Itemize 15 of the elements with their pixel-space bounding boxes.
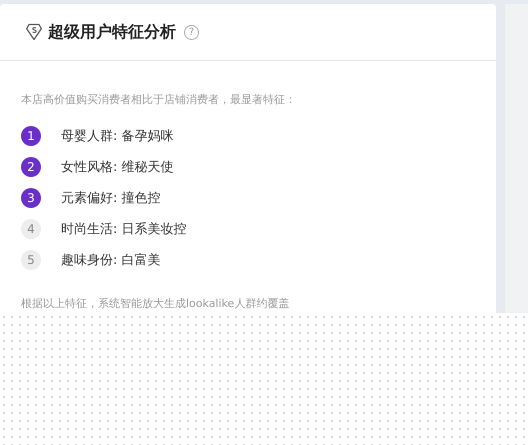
feature-text: 元素偏好: 撞色控 — [61, 190, 161, 207]
feature-text: 母婴人群: 备孕妈咪 — [61, 128, 174, 145]
footer-text: 根据以上特征，系统智能放大生成lookalike人群约覆盖 — [21, 296, 290, 311]
rank-badge: 5 — [21, 250, 41, 270]
diamond-icon — [26, 23, 42, 41]
rank-badge: 2 — [21, 157, 41, 177]
feature-text: 时尚生活: 日系美妆控 — [61, 221, 187, 238]
intro-text: 本店高价值购买消费者相比于店铺消费者，最显著特征： — [21, 92, 297, 107]
rank-badge: 4 — [21, 219, 41, 239]
feature-text: 女性风格: 维秘天使 — [61, 159, 174, 176]
help-icon[interactable]: ? — [184, 24, 199, 40]
feature-text: 趣味身份: 白富美 — [61, 252, 161, 269]
rank-badge: 3 — [21, 188, 41, 208]
rank-badge: 1 — [21, 126, 41, 146]
card-title: 超级用户特征分析 — [48, 22, 176, 42]
